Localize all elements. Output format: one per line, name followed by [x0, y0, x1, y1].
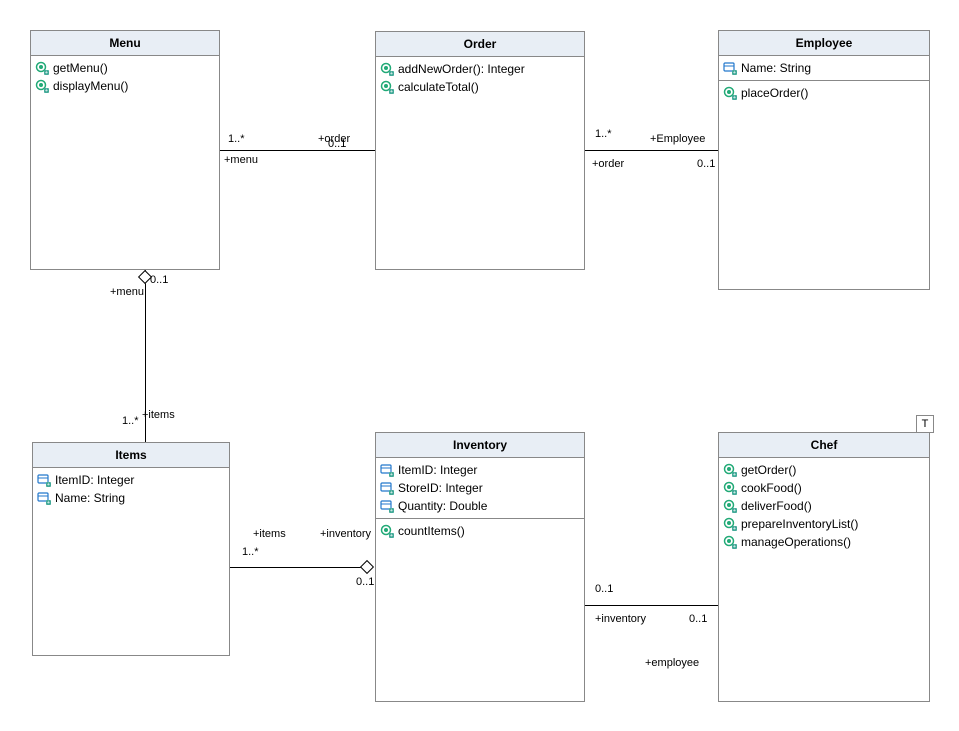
method-text: countItems() [398, 524, 465, 538]
attr-icon [380, 481, 394, 495]
attr-icon [380, 463, 394, 477]
method-text: calculateTotal() [398, 80, 479, 94]
attr-text: Quantity: Double [398, 499, 487, 513]
connector-items-inventory [230, 567, 368, 568]
method-icon [723, 535, 737, 549]
method-row: displayMenu() [31, 77, 219, 95]
class-employee[interactable]: Employee Name: String placeOrder() [718, 30, 930, 290]
multiplicity: 1..* [595, 128, 612, 140]
class-chef[interactable]: Chef getOrder() cookFood() deliverFood()… [718, 432, 930, 702]
class-title: Order [376, 32, 584, 57]
attr-text: StoreID: Integer [398, 481, 483, 495]
method-icon [380, 62, 394, 76]
attr-row: Name: String [33, 489, 229, 507]
role: +menu [110, 286, 144, 298]
method-row: addNewOrder(): Integer [376, 60, 584, 78]
method-icon [380, 524, 394, 538]
multiplicity: 1..* [228, 133, 245, 145]
method-row: cookFood() [719, 479, 929, 497]
attr-row: ItemID: Integer [33, 471, 229, 489]
method-icon [723, 517, 737, 531]
multiplicity: 1..* [242, 546, 259, 558]
method-icon [380, 80, 394, 94]
role: +menu [224, 154, 258, 166]
multiplicity: 0..1 [356, 576, 374, 588]
method-icon [723, 86, 737, 100]
attr-row: Quantity: Double [376, 497, 584, 515]
class-title: Employee [719, 31, 929, 56]
method-text: addNewOrder(): Integer [398, 62, 525, 76]
role: +employee [645, 657, 699, 669]
class-title: Inventory [376, 433, 584, 458]
attr-text: Name: String [741, 61, 811, 75]
method-row: getMenu() [31, 59, 219, 77]
multiplicity: 0..1 [595, 583, 613, 595]
connector-menu-order [220, 150, 375, 151]
method-icon [723, 499, 737, 513]
connector-inventory-chef [585, 605, 718, 606]
attr-text: ItemID: Integer [55, 473, 134, 487]
attr-row: StoreID: Integer [376, 479, 584, 497]
method-text: deliverFood() [741, 499, 812, 513]
method-row: getOrder() [719, 461, 929, 479]
role: +items [142, 409, 175, 421]
attr-text: Name: String [55, 491, 125, 505]
role: +items [253, 528, 286, 540]
class-menu[interactable]: Menu getMenu() displayMenu() [30, 30, 220, 270]
attr-icon [37, 491, 51, 505]
attr-icon [380, 499, 394, 513]
method-row: calculateTotal() [376, 78, 584, 96]
class-inventory[interactable]: Inventory ItemID: Integer StoreID: Integ… [375, 432, 585, 702]
method-icon [723, 463, 737, 477]
method-row: countItems() [376, 522, 584, 540]
method-icon [35, 61, 49, 75]
connector-order-employee [585, 150, 718, 151]
class-title: Menu [31, 31, 219, 56]
method-text: cookFood() [741, 481, 802, 495]
role: +Employee [650, 133, 705, 145]
template-box: T [916, 415, 934, 433]
method-text: placeOrder() [741, 86, 808, 100]
method-text: prepareInventoryList() [741, 517, 858, 531]
multiplicity: 1..* [122, 415, 139, 427]
method-row: placeOrder() [719, 84, 929, 102]
method-row: deliverFood() [719, 497, 929, 515]
class-title: Chef [719, 433, 929, 458]
method-icon [723, 481, 737, 495]
method-text: manageOperations() [741, 535, 851, 549]
role: +inventory [595, 613, 646, 625]
attr-text: ItemID: Integer [398, 463, 477, 477]
class-title: Items [33, 443, 229, 468]
role: +inventory [320, 528, 371, 540]
attr-icon [723, 61, 737, 75]
method-row: manageOperations() [719, 533, 929, 551]
method-icon [35, 79, 49, 93]
method-row: prepareInventoryList() [719, 515, 929, 533]
role: +order [318, 133, 350, 145]
class-order[interactable]: Order addNewOrder(): Integer calculateTo… [375, 31, 585, 270]
multiplicity: 0..1 [697, 158, 715, 170]
attr-row: Name: String [719, 59, 929, 77]
attr-icon [37, 473, 51, 487]
multiplicity: 0..1 [150, 274, 168, 286]
method-text: getOrder() [741, 463, 796, 477]
method-text: getMenu() [53, 61, 108, 75]
attr-row: ItemID: Integer [376, 461, 584, 479]
multiplicity: 0..1 [689, 613, 707, 625]
aggregation-diamond [360, 560, 374, 574]
role: +order [592, 158, 624, 170]
method-text: displayMenu() [53, 79, 128, 93]
class-items[interactable]: Items ItemID: Integer Name: String [32, 442, 230, 656]
